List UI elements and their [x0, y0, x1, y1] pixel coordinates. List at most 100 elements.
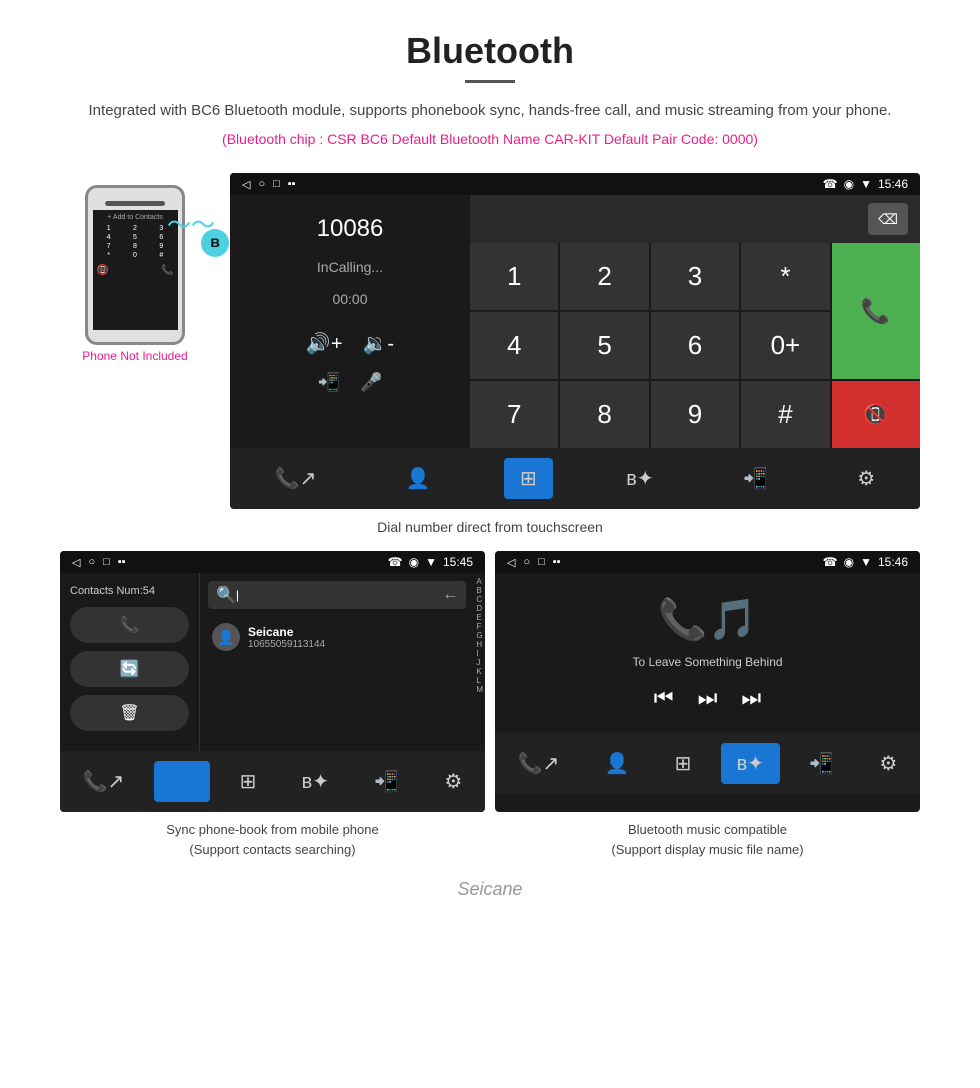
nav-transfer-button[interactable]: 📲 — [727, 458, 784, 499]
music-caption-line1: Bluetooth music compatible — [628, 822, 787, 837]
bluetooth-specs: (Bluetooth chip : CSR BC6 Default Blueto… — [20, 131, 960, 147]
key-7[interactable]: 7 — [470, 381, 558, 448]
music-caption: Bluetooth music compatible (Support disp… — [495, 820, 920, 859]
nav-dialpad-button[interactable]: ⊞ — [504, 458, 553, 499]
recent-icon: □ — [273, 178, 280, 190]
key-hash[interactable]: # — [741, 381, 829, 448]
contact-name: Seicane — [248, 625, 325, 639]
call-icon: ☎ — [823, 177, 838, 191]
dial-status-bar: ◁ ○ □ ▪▪ ☎ ◉ ▼ 15:46 — [230, 173, 920, 195]
music-play-button[interactable]: ⏭ — [698, 685, 718, 711]
key-6[interactable]: 6 — [651, 312, 739, 379]
contacts-nav-call[interactable]: 📞↗ — [67, 761, 141, 802]
search-row: 🔍 ← — [208, 581, 466, 609]
key-8[interactable]: 8 — [560, 381, 648, 448]
music-nav-bar: 📞↗ 👤 ⊞ ʙ✦ 📲 ⚙ — [495, 733, 920, 794]
music-caption-line2: (Support display music file name) — [611, 842, 803, 857]
music-notif-icon: ▪▪ — [553, 556, 561, 568]
key-star[interactable]: * — [741, 243, 829, 310]
key-0plus[interactable]: 0+ — [741, 312, 829, 379]
contacts-nav-transfer[interactable]: 📲 — [358, 761, 415, 802]
contacts-wifi-icon: ▼ — [425, 555, 437, 569]
music-time: 15:46 — [878, 555, 908, 569]
contacts-caption: Sync phone-book from mobile phone (Suppo… — [60, 820, 485, 859]
contacts-nav-settings[interactable]: ⚙ — [428, 761, 478, 802]
key-2[interactable]: 2 — [560, 243, 648, 310]
seicane-watermark: Seicane — [0, 879, 980, 900]
phone-illustration: + Add to Contacts 123 456 789 *0# 📵 📞 〜〜… — [50, 185, 220, 363]
phone-screen: + Add to Contacts 123 456 789 *0# 📵 📞 — [93, 210, 178, 330]
bottom-captions: Sync phone-book from mobile phone (Suppo… — [0, 820, 980, 859]
key-3[interactable]: 3 — [651, 243, 739, 310]
contacts-nav-contacts[interactable]: 👤 — [154, 761, 211, 802]
contact-list-item[interactable]: 👤 Seicane 10655059113144 — [208, 617, 466, 657]
contacts-call-btn[interactable]: 📞 — [70, 607, 189, 643]
contacts-caption-line2: (Support contacts searching) — [189, 842, 355, 857]
alphabet-list: ABC DEF GHI JKL M — [474, 573, 485, 751]
contacts-sidebar: Contacts Num:54 📞 🔄 🗑 — [60, 573, 200, 751]
backspace-button[interactable]: ⌫ — [868, 203, 908, 235]
call-button[interactable]: 📞 — [832, 243, 920, 379]
dial-screen-caption: Dial number direct from touchscreen — [0, 519, 980, 535]
end-call-button[interactable]: 📵 — [832, 381, 920, 448]
music-recent-icon: □ — [538, 556, 545, 568]
contacts-nav-bar: 📞↗ 👤 ⊞ ʙ✦ 📲 ⚙ — [60, 751, 485, 812]
contacts-time: 15:45 — [443, 555, 473, 569]
nav-contacts-button[interactable]: 👤 — [390, 458, 447, 499]
nav-bluetooth-button[interactable]: ʙ✦ — [610, 458, 669, 499]
music-loc-icon: ◉ — [844, 555, 854, 569]
volume-down-button[interactable]: 🔉- — [363, 331, 395, 356]
keypad-grid: 1 2 3 * 📞 4 5 6 0+ 7 8 9 # 📵 — [470, 243, 920, 448]
key-9[interactable]: 9 — [651, 381, 739, 448]
mute-button[interactable]: 🎤 — [360, 372, 382, 393]
contact-info: Seicane 10655059113144 — [248, 625, 325, 650]
contacts-back-icon: ◁ — [72, 556, 80, 569]
search-icon: 🔍 — [216, 585, 236, 605]
nav-settings-button[interactable]: ⚙ — [841, 458, 891, 499]
music-prev-button[interactable]: ⏮ — [654, 685, 674, 711]
music-nav-bt[interactable]: ʙ✦ — [721, 743, 780, 784]
page-header: Bluetooth Integrated with BC6 Bluetooth … — [0, 0, 980, 173]
time-display: 15:46 — [878, 177, 908, 191]
contacts-sync-btn[interactable]: 🔄 — [70, 651, 189, 687]
contacts-nav-dial[interactable]: ⊞ — [224, 761, 273, 802]
bluetooth-icon: ʙ — [201, 229, 229, 257]
music-nav-settings[interactable]: ⚙ — [863, 743, 913, 784]
contacts-nav-bt[interactable]: ʙ✦ — [286, 761, 345, 802]
contacts-call-icon: ☎ — [388, 555, 403, 569]
music-nav-dial[interactable]: ⊞ — [659, 743, 708, 784]
status-bar-left: ◁ ○ □ ▪▪ — [242, 178, 296, 191]
music-home-icon: ○ — [523, 556, 530, 568]
contacts-delete-btn[interactable]: 🗑 — [70, 695, 189, 731]
music-screen: ◁ ○ □ ▪▪ ☎ ◉ ▼ 15:46 📞🎵 To Leave Somethi… — [495, 551, 920, 812]
status-bar-right: ☎ ◉ ▼ 15:46 — [823, 177, 908, 191]
contacts-main: 🔍 ← 👤 Seicane 10655059113144 — [200, 573, 474, 751]
music-wifi-icon: ▼ — [860, 555, 872, 569]
contacts-count: Contacts Num:54 — [70, 585, 189, 597]
music-next-button[interactable]: ⏭ — [741, 685, 761, 711]
music-nav-transfer[interactable]: 📲 — [793, 743, 850, 784]
phone-mock-container: + Add to Contacts 123 456 789 *0# 📵 📞 〜〜… — [85, 185, 185, 345]
music-back-icon: ◁ — [507, 556, 515, 569]
phone-transfer-button[interactable]: 📲 — [318, 372, 340, 393]
in-calling-status: InCalling... — [246, 259, 454, 275]
wifi-icon: ▼ — [860, 177, 872, 191]
contacts-search-input[interactable] — [236, 588, 442, 602]
left-bottom-controls: 📲 🎤 — [246, 372, 454, 393]
music-nav-call[interactable]: 📞↗ — [502, 743, 576, 784]
contacts-status-right: ☎ ◉ ▼ 15:45 — [388, 555, 473, 569]
music-nav-contacts[interactable]: 👤 — [589, 743, 646, 784]
music-status-right: ☎ ◉ ▼ 15:46 — [823, 555, 908, 569]
home-icon: ○ — [258, 178, 265, 190]
key-1[interactable]: 1 — [470, 243, 558, 310]
volume-up-button[interactable]: 🔊+ — [306, 331, 343, 356]
number-input-row: ⌫ — [470, 195, 920, 243]
nav-call-log-button[interactable]: 📞↗ — [259, 458, 333, 499]
back-arrow-icon: ← — [442, 586, 458, 604]
contacts-status-left: ◁ ○ □ ▪▪ — [72, 556, 126, 569]
key-4[interactable]: 4 — [470, 312, 558, 379]
contacts-loc-icon: ◉ — [409, 555, 419, 569]
location-icon: ◉ — [844, 177, 854, 191]
key-5[interactable]: 5 — [560, 312, 648, 379]
notif-icon: ▪▪ — [288, 178, 296, 190]
